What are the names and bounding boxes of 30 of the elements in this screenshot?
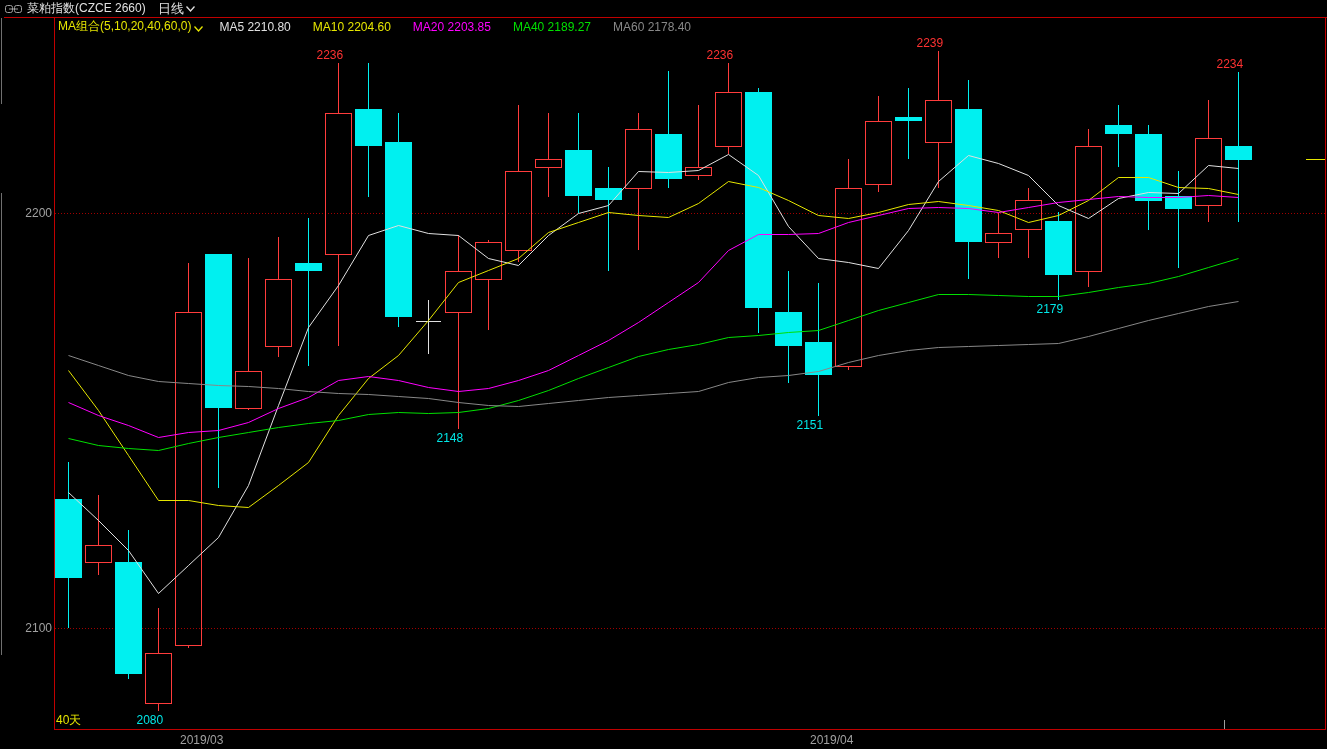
candlestick <box>1015 187 1042 259</box>
low-price-label: 2151 <box>796 418 824 432</box>
candlestick <box>1105 104 1132 168</box>
candlestick <box>415 299 442 355</box>
y-axis-label: 2100 <box>25 621 52 635</box>
x-axis-label: 2019/04 <box>810 733 854 747</box>
high-price-label: 2234 <box>1216 57 1244 71</box>
low-price-label: 2179 <box>1036 302 1064 316</box>
moving-average-value: MA10 2204.60 <box>312 19 391 34</box>
period-count-label: 40天 <box>56 713 82 727</box>
low-price-label: 2148 <box>436 431 464 445</box>
high-price-label: 2236 <box>316 48 344 62</box>
moving-average-value: MA20 2203.85 <box>412 19 491 34</box>
moving-average-value: MA40 2189.27 <box>512 19 591 34</box>
axis-tick-icon <box>1224 719 1225 729</box>
moving-average-value: MA5 2210.80 <box>219 19 291 34</box>
low-price-label: 2080 <box>136 713 164 727</box>
indicator-dropdown[interactable]: MA组合(5,10,20,40,60,0) <box>58 18 204 35</box>
link-icon <box>5 4 22 13</box>
high-price-label: 2236 <box>706 48 734 62</box>
caret-icon <box>194 25 204 32</box>
instrument-title: 菜粕指数(CZCE 2660) <box>27 0 146 17</box>
y-axis-label: 2200 <box>25 206 52 220</box>
period-dropdown[interactable]: 日线 <box>157 0 195 18</box>
x-axis-label: 2019/03 <box>180 733 224 747</box>
moving-average-value: MA60 2178.40 <box>613 19 692 34</box>
price-marker-icon <box>1305 159 1325 160</box>
candlestick <box>985 212 1012 259</box>
high-price-label: 2239 <box>916 36 944 50</box>
caret-icon <box>185 5 195 12</box>
